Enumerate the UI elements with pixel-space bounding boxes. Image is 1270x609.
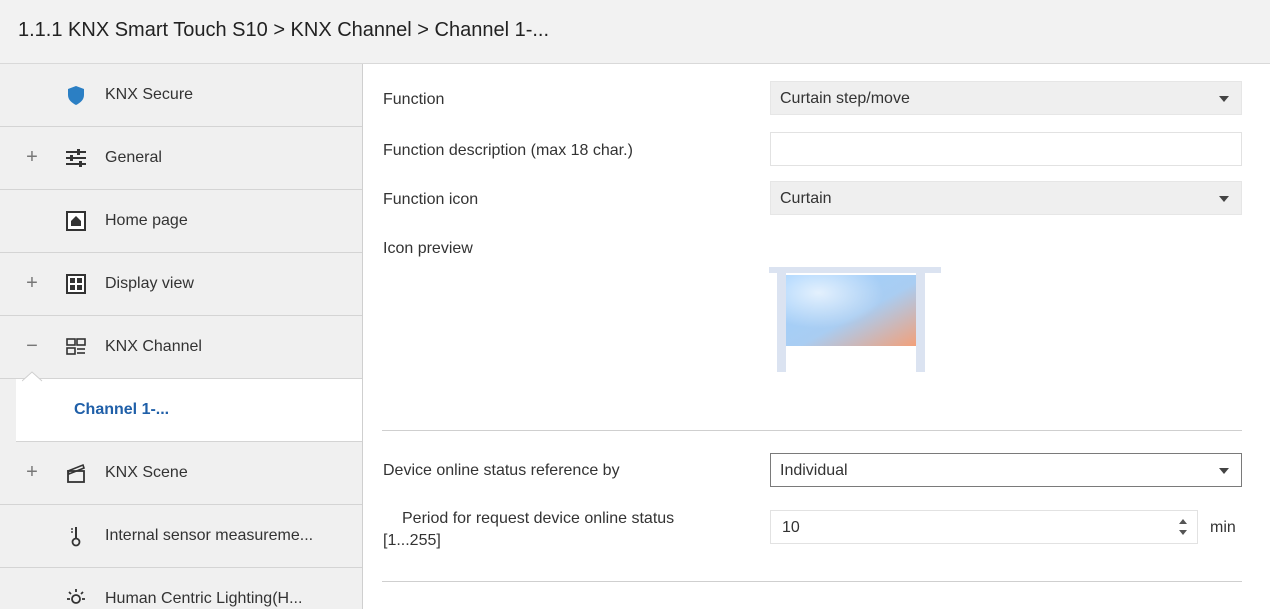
- grid-icon: [63, 273, 89, 295]
- chevron-down-icon: [1219, 196, 1229, 202]
- sidebar-item-knx-secure[interactable]: KNX Secure: [0, 64, 362, 127]
- sidebar: KNX Secure + General Home page + Display…: [0, 64, 363, 609]
- online-status-reference-dropdown[interactable]: Individual: [770, 453, 1242, 487]
- sidebar-item-label: Display view: [105, 275, 194, 292]
- sidebar-item-internal-sensor[interactable]: Internal sensor measureme...: [0, 505, 362, 568]
- function-icon-dropdown[interactable]: Curtain: [770, 181, 1242, 215]
- breadcrumb: 1.1.1 KNX Smart Touch S10 > KNX Channel …: [18, 19, 550, 41]
- period-unit: min: [1210, 519, 1236, 536]
- sidebar-item-display-view[interactable]: + Display view: [0, 253, 362, 316]
- sidebar-item-label: Home page: [105, 212, 188, 229]
- spin-down-icon[interactable]: [1179, 530, 1187, 535]
- sun-icon: [63, 588, 89, 609]
- sidebar-item-home-page[interactable]: Home page: [0, 190, 362, 253]
- chevron-down-icon: [1219, 468, 1229, 474]
- channel-icon: [63, 336, 89, 358]
- sidebar-item-general[interactable]: + General: [0, 127, 362, 190]
- function-dropdown[interactable]: Curtain step/move: [770, 81, 1242, 115]
- home-icon: [63, 210, 89, 232]
- icon-preview-label: Icon preview: [383, 240, 473, 257]
- sidebar-item-label: Internal sensor measureme...: [105, 527, 314, 544]
- sidebar-item-label: General: [105, 149, 162, 166]
- sidebar-item-label: KNX Secure: [105, 86, 194, 103]
- collapse-icon[interactable]: −: [24, 336, 40, 356]
- parameter-panel: Function Curtain step/move Function desc…: [364, 64, 1270, 609]
- curtain-preview-icon: [769, 264, 949, 376]
- function-icon-label: Function icon: [383, 191, 479, 208]
- sidebar-item-human-centric-lighting[interactable]: Human Centric Lighting(H...: [0, 568, 362, 609]
- sidebar-item-label: KNX Scene: [105, 464, 188, 481]
- online-status-reference-label: Device online status reference by: [383, 462, 620, 479]
- period-spinner[interactable]: 10: [770, 510, 1198, 544]
- section-divider: [382, 581, 1242, 582]
- online-status-reference-value: Individual: [780, 462, 848, 479]
- section-divider: [382, 430, 1242, 431]
- period-label: Period for request device online status: [402, 510, 675, 527]
- clapperboard-icon: [63, 462, 89, 484]
- sidebar-item-knx-channel[interactable]: − KNX Channel: [0, 316, 362, 379]
- expand-icon[interactable]: +: [24, 273, 40, 293]
- sidebar-item-knx-scene[interactable]: + KNX Scene: [0, 442, 362, 505]
- chevron-down-icon: [1219, 96, 1229, 102]
- period-range-label: [1...255]: [383, 532, 441, 549]
- expand-icon[interactable]: +: [24, 147, 40, 167]
- shield-icon: [63, 84, 89, 106]
- function-description-input[interactable]: [770, 132, 1242, 166]
- sidebar-item-label: KNX Channel: [105, 338, 202, 355]
- period-value: 10: [782, 519, 800, 536]
- sidebar-item-channel-1[interactable]: Channel 1-...: [16, 379, 362, 442]
- sidebar-item-label: Human Centric Lighting(H...: [105, 590, 303, 607]
- function-icon-value: Curtain: [780, 190, 832, 207]
- expand-icon[interactable]: +: [24, 462, 40, 482]
- sidebar-item-label: Channel 1-...: [74, 401, 170, 418]
- spin-up-icon[interactable]: [1179, 519, 1187, 524]
- function-description-label: Function description (max 18 char.): [383, 142, 633, 159]
- function-label: Function: [383, 91, 445, 108]
- thermometer-icon: [63, 525, 89, 547]
- selection-notch: [22, 371, 43, 382]
- title-bar: 1.1.1 KNX Smart Touch S10 > KNX Channel …: [0, 0, 1270, 64]
- function-value: Curtain step/move: [780, 90, 910, 107]
- sliders-icon: [63, 147, 89, 169]
